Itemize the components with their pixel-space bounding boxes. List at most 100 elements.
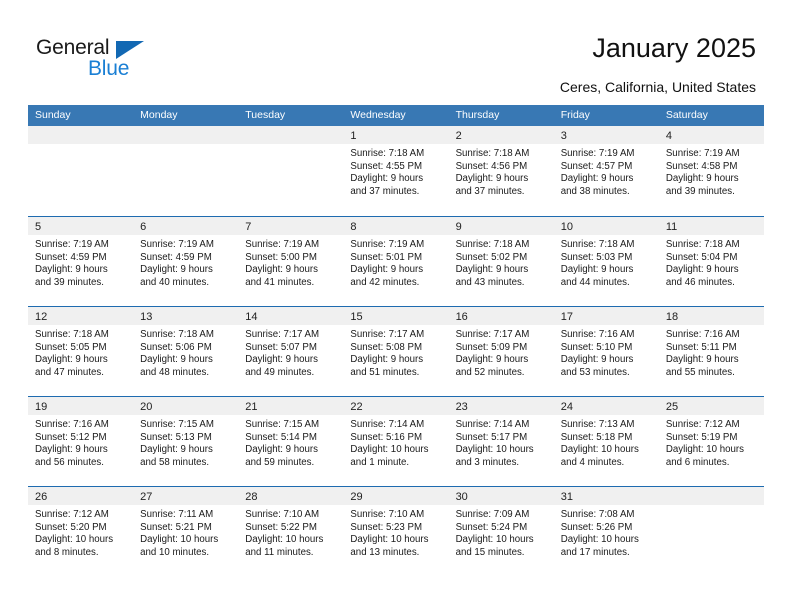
day-number-band: 25 (658, 397, 764, 415)
day-detail-line: Sunset: 4:56 PM (455, 160, 528, 172)
day-detail-line: and 51 minutes. (350, 366, 420, 378)
calendar-weekday-header-row: Sunday Monday Tuesday Wednesday Thursday Frid… (28, 105, 764, 126)
day-detail-line: and 39 minutes. (665, 185, 735, 197)
day-detail-line: Sunset: 5:08 PM (350, 341, 423, 353)
day-detail-line: Sunset: 5:16 PM (350, 431, 423, 443)
calendar-day-cell[interactable]: 4 Sunrise: 7:19 AM Sunset: 4:58 PM Daylight… (658, 126, 764, 216)
day-number-band: 10 (553, 217, 659, 235)
day-detail-line: Sunset: 4:55 PM (350, 160, 423, 172)
calendar-week-row: 19 Sunrise: 7:16 AM Sunset: 5:12 PM Dayligh… (28, 396, 764, 486)
day-detail-line: Sunrise: 7:14 AM (350, 419, 425, 430)
day-detail-line: Sunset: 5:26 PM (560, 521, 633, 533)
day-detail-line: Sunset: 5:00 PM (245, 251, 317, 263)
day-details: Sunrise: 7:11 AM Sunset: 5:21 PM Daylight:… (133, 505, 238, 559)
calendar-day-cell[interactable]: 2 Sunrise: 7:18 AM Sunset: 4:56 PM Daylight… (448, 126, 554, 216)
day-detail-line: Daylight: 9 hours (560, 354, 634, 366)
calendar-day-cell[interactable]: 23 Sunrise: 7:14 AM Sunset: 5:17 PM Dayligh… (448, 397, 554, 486)
day-detail-line: and 17 minutes. (560, 546, 630, 558)
day-details: Sunrise: 7:10 AM Sunset: 5:22 PM Daylight:… (238, 505, 343, 559)
day-number-band: 16 (448, 307, 554, 325)
day-detail-line: and 47 minutes. (35, 366, 104, 378)
day-details: Sunrise: 7:15 AM Sunset: 5:14 PM Daylight:… (238, 415, 343, 469)
calendar-day-cell[interactable]: 22 Sunrise: 7:14 AM Sunset: 5:16 PM Dayligh… (343, 397, 449, 486)
brand-logo[interactable]: General Blue (36, 36, 216, 86)
day-number: 10 (560, 221, 573, 233)
day-number-band: 28 (238, 487, 344, 505)
calendar-day-cell[interactable]: 30 Sunrise: 7:09 AM Sunset: 5:24 PM Dayligh… (448, 487, 554, 576)
day-detail-line: and 11 minutes. (245, 546, 314, 558)
day-number: 13 (140, 311, 153, 323)
day-number: 14 (245, 311, 258, 323)
calendar-day-cell[interactable]: 31 Sunrise: 7:08 AM Sunset: 5:26 PM Dayligh… (553, 487, 659, 576)
day-details: Sunrise: 7:18 AM Sunset: 4:56 PM Daylight:… (449, 144, 554, 198)
calendar-day-cell[interactable]: 21 Sunrise: 7:15 AM Sunset: 5:14 PM Dayligh… (238, 397, 344, 486)
calendar-day-cell[interactable]: 8 Sunrise: 7:19 AM Sunset: 5:01 PM Daylight… (343, 217, 449, 306)
calendar-day-cell[interactable]: 10 Sunrise: 7:18 AM Sunset: 5:03 PM Dayligh… (553, 217, 659, 306)
calendar-day-cell[interactable]: 19 Sunrise: 7:16 AM Sunset: 5:12 PM Dayligh… (28, 397, 134, 486)
day-number-band: 4 (658, 126, 764, 144)
day-detail-line: Sunset: 4:59 PM (35, 251, 107, 263)
day-details: Sunrise: 7:18 AM Sunset: 5:02 PM Daylight:… (449, 235, 554, 289)
day-detail-line: Sunrise: 7:12 AM (35, 509, 109, 520)
calendar-day-cell[interactable]: 29 Sunrise: 7:10 AM Sunset: 5:23 PM Dayligh… (343, 487, 449, 576)
calendar-day-cell[interactable]: 7 Sunrise: 7:19 AM Sunset: 5:00 PM Daylight… (238, 217, 344, 306)
day-detail-line: Sunrise: 7:14 AM (455, 419, 530, 430)
day-detail-line: and 44 minutes. (560, 276, 630, 288)
calendar-day-cell[interactable]: 26 Sunrise: 7:12 AM Sunset: 5:20 PM Dayligh… (28, 487, 134, 576)
calendar-day-cell[interactable]: 6 Sunrise: 7:19 AM Sunset: 4:59 PM Daylight… (133, 217, 239, 306)
day-detail-line: Daylight: 9 hours (665, 354, 739, 366)
day-number-band: 18 (658, 307, 764, 325)
day-details: Sunrise: 7:18 AM Sunset: 4:55 PM Daylight:… (343, 144, 448, 198)
day-details: Sunrise: 7:16 AM Sunset: 5:12 PM Daylight:… (28, 415, 133, 469)
day-detail-line: Sunrise: 7:15 AM (245, 419, 320, 430)
day-detail-line: Sunrise: 7:18 AM (455, 148, 530, 159)
calendar-day-cell[interactable]: 12 Sunrise: 7:18 AM Sunset: 5:05 PM Dayligh… (28, 307, 134, 396)
day-number: 29 (350, 491, 363, 503)
day-details: Sunrise: 7:12 AM Sunset: 5:19 PM Daylight:… (659, 415, 764, 469)
day-detail-line: and 43 minutes. (455, 276, 525, 288)
calendar-day-cell[interactable]: 11 Sunrise: 7:18 AM Sunset: 5:04 PM Dayligh… (658, 217, 764, 306)
day-detail-line: Sunrise: 7:18 AM (350, 148, 425, 159)
calendar-day-cell[interactable]: 9 Sunrise: 7:18 AM Sunset: 5:02 PM Daylight… (448, 217, 554, 306)
day-detail-line: Sunrise: 7:18 AM (665, 239, 740, 250)
calendar-day-cell[interactable]: 20 Sunrise: 7:15 AM Sunset: 5:13 PM Dayligh… (133, 397, 239, 486)
day-number-band: 20 (133, 397, 239, 415)
day-detail-line: Daylight: 10 hours (35, 534, 114, 546)
calendar-day-cell[interactable]: 25 Sunrise: 7:12 AM Sunset: 5:19 PM Dayligh… (658, 397, 764, 486)
day-detail-line: Sunset: 5:20 PM (35, 521, 107, 533)
calendar-day-cell[interactable]: 28 Sunrise: 7:10 AM Sunset: 5:22 PM Dayligh… (238, 487, 344, 576)
day-number: 20 (140, 401, 153, 413)
day-details: Sunrise: 7:10 AM Sunset: 5:23 PM Daylight:… (343, 505, 448, 559)
day-detail-line: Sunrise: 7:17 AM (350, 329, 425, 340)
day-details: Sunrise: 7:17 AM Sunset: 5:09 PM Daylight:… (449, 325, 554, 379)
day-detail-line: and 1 minute. (350, 456, 410, 468)
day-number: 3 (560, 130, 567, 142)
calendar-day-cell[interactable]: 1 Sunrise: 7:18 AM Sunset: 4:55 PM Daylight… (343, 126, 449, 216)
day-number-band: 22 (343, 397, 449, 415)
calendar-day-cell[interactable]: 3 Sunrise: 7:19 AM Sunset: 4:57 PM Daylight… (553, 126, 659, 216)
day-detail-line: Sunrise: 7:18 AM (455, 239, 530, 250)
day-number-band: 21 (238, 397, 344, 415)
weekday-header-tuesday: Tuesday (245, 109, 286, 121)
day-number-band: 7 (238, 217, 344, 235)
day-detail-line: and 13 minutes. (350, 546, 420, 558)
calendar-day-cell[interactable]: 16 Sunrise: 7:17 AM Sunset: 5:09 PM Dayligh… (448, 307, 554, 396)
day-number: 12 (35, 311, 48, 323)
day-detail-line: Sunrise: 7:18 AM (35, 329, 109, 340)
calendar-day-cell[interactable]: 13 Sunrise: 7:18 AM Sunset: 5:06 PM Dayligh… (133, 307, 239, 396)
calendar-day-cell[interactable]: 24 Sunrise: 7:13 AM Sunset: 5:18 PM Dayligh… (553, 397, 659, 486)
calendar-day-cell[interactable]: 15 Sunrise: 7:17 AM Sunset: 5:08 PM Dayligh… (343, 307, 449, 396)
calendar-day-cell[interactable]: 17 Sunrise: 7:16 AM Sunset: 5:10 PM Dayligh… (553, 307, 659, 396)
day-detail-line: Sunrise: 7:10 AM (350, 509, 425, 520)
calendar-day-cell[interactable]: 14 Sunrise: 7:17 AM Sunset: 5:07 PM Dayligh… (238, 307, 344, 396)
day-detail-line: Sunset: 5:17 PM (455, 431, 528, 443)
page-title: January 2025 (592, 33, 756, 63)
day-detail-line: Sunrise: 7:19 AM (560, 148, 635, 159)
day-number: 15 (350, 311, 363, 323)
calendar-day-cell[interactable]: 18 Sunrise: 7:16 AM Sunset: 5:11 PM Dayligh… (658, 307, 764, 396)
calendar-day-cell[interactable]: 5 Sunrise: 7:19 AM Sunset: 4:59 PM Daylight… (28, 217, 134, 306)
page-location: Ceres, California, United States (559, 79, 756, 95)
day-detail-line: Daylight: 10 hours (560, 444, 639, 456)
calendar-day-cell[interactable]: 27 Sunrise: 7:11 AM Sunset: 5:21 PM Dayligh… (133, 487, 239, 576)
day-number-band: 9 (448, 217, 554, 235)
